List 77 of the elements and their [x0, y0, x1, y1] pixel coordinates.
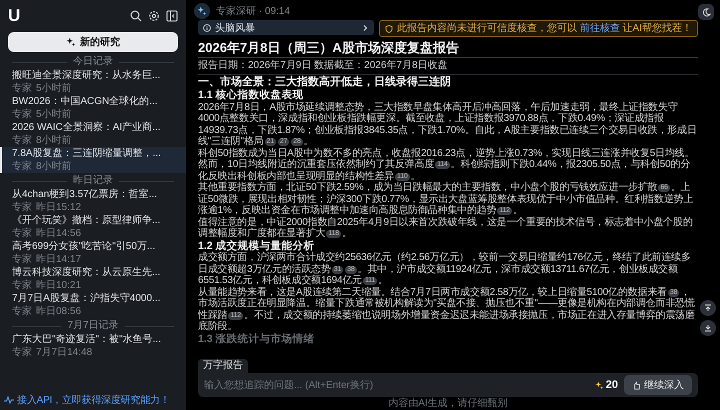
author-label: 专家	[12, 254, 32, 265]
author-label: 专家	[12, 306, 32, 317]
shield-icon	[384, 24, 393, 32]
sparkle-icon	[197, 6, 207, 16]
download-button[interactable]	[700, 320, 716, 336]
credits-count: 20	[606, 379, 618, 391]
section-heading: 昨日记录	[73, 175, 113, 187]
logo[interactable]: U	[8, 6, 20, 26]
section-heading: 一、市场全景：三大指数高开低走，日线录得三连阴	[198, 76, 452, 88]
history-title: 搬旺迪全景深度研究：从水务巨...	[12, 70, 162, 82]
pulse-icon	[4, 395, 14, 405]
timestamp: 5小时前	[36, 108, 72, 120]
sparkle-icon	[594, 380, 604, 390]
author-label: 专家	[12, 280, 32, 291]
timestamp: 5小时前	[36, 82, 72, 94]
history-item[interactable]: 7月7日A股复盘：沪指失守4000... 专家 昨日08:56	[0, 292, 186, 318]
continue-button[interactable]: 继续深入	[624, 375, 692, 395]
settings-icon[interactable]	[148, 10, 160, 22]
author-label: 专家	[12, 82, 32, 94]
brainstorm-bar[interactable]: 头脑风暴	[198, 20, 374, 35]
history-item[interactable]: 2026 WAIC全景洞察：AI产业商... 专家 8小时前	[0, 121, 186, 147]
sidebar-toggle-icon[interactable]	[166, 10, 178, 22]
history-item[interactable]: 广东大巴"奇迹复活"：被"水鱼号... 专家 7月7日14:48	[0, 333, 186, 359]
subsection-heading: 1.3 涨跌统计与市场情绪	[198, 332, 316, 345]
history-title: 广东大巴"奇迹复活"：被"水鱼号...	[12, 334, 162, 346]
message-meta: 专家深研 · 09:14	[216, 4, 290, 18]
timestamp: 昨日14:56	[36, 228, 82, 239]
timestamp: 昨日15:12	[36, 202, 82, 213]
timestamp: 8小时前	[36, 134, 72, 146]
history-item[interactable]: 从4chan梗到3.57亿票房：哲室... 专家 昨日15:12	[0, 188, 186, 214]
moon-icon	[702, 8, 710, 16]
author-label: 专家	[12, 108, 32, 120]
author-label: 专家	[12, 134, 32, 146]
history-title: 从4chan梗到3.57亿票房：哲室...	[12, 189, 158, 202]
timestamp: 昨日08:56	[36, 306, 82, 317]
history-title: 2026 WAIC全景洞察：AI产业商...	[12, 122, 162, 134]
history-item[interactable]: 博云科技深度研究：从云原生先... 专家 昨日10:21	[0, 266, 186, 292]
author-label: 专家	[12, 228, 32, 239]
subsection-heading: 1.1 核心指数收盘表现	[198, 89, 305, 102]
history-title: 《开个玩笑》撤档：原型律师争...	[12, 215, 162, 228]
report-meta: 报告日期：2026年7月9日 数据截至：2026年7月8日收盘	[198, 60, 698, 75]
scroll-top-button[interactable]	[700, 300, 716, 316]
timestamp: 8小时前	[36, 160, 72, 172]
ai-disclaimer: 内容由AI生成，请仔细甄别	[387, 397, 509, 410]
theme-toggle-button[interactable]	[698, 4, 714, 20]
timestamp: 昨日14:17	[36, 254, 82, 265]
mode-tag[interactable]: 万字报告	[198, 359, 248, 373]
section-heading: 今日记录	[73, 56, 113, 68]
warning-text: 此报告内容尚未进行可信度核查，您可以 前往核查 让AI帮您找茬！	[396, 22, 692, 35]
download-icon	[704, 324, 712, 332]
search-icon[interactable]	[130, 10, 142, 22]
section-heading: 7月7日记录	[67, 320, 119, 332]
chevron-right-icon	[360, 24, 369, 32]
history-item[interactable]: 《开个玩笑》撤档：原型律师争... 专家 昨日14:56	[0, 214, 186, 240]
info-icon	[203, 24, 211, 32]
timestamp: 昨日10:21	[36, 280, 82, 291]
sparkle-icon	[66, 37, 76, 47]
history-title: 7月7日A股复盘：沪指失守4000...	[12, 293, 162, 306]
report-title: 2026年7月8日（周三）A股市场深度复盘报告	[198, 40, 698, 58]
author-label: 专家	[12, 346, 32, 358]
history-item[interactable]: BW2026：中国ACGN全球化的... 专家 5小时前	[0, 95, 186, 121]
api-banner-link[interactable]: 接入API，立即获得深度研究能力！	[17, 393, 170, 407]
arrow-up-icon	[704, 304, 712, 312]
history-title: 高考699分女孩"吃苦论"引50万...	[12, 241, 156, 254]
timestamp: 7月7日14:48	[36, 346, 92, 358]
history-title: 博云科技深度研究：从云原生先...	[12, 267, 162, 280]
question-input-field[interactable]: 输入您想追踪的问题... (Alt+Enter换行) 20 继续深入	[198, 373, 698, 397]
history-item[interactable]: 7.8A股复盘：三连阴缩量调整，... 专家 8小时前	[0, 147, 186, 173]
history-item[interactable]: 搬旺迪全景深度研究：从水务巨... 专家 5小时前	[0, 69, 186, 95]
history-title: BW2026：中国ACGN全球化的...	[12, 96, 159, 108]
new-research-button[interactable]: 新的研究	[8, 32, 178, 52]
history-item[interactable]: 高考699分女孩"吃苦论"引50万... 专家 昨日14:17	[0, 240, 186, 266]
verify-link[interactable]: 前往核查	[580, 23, 620, 34]
author-label: 专家	[12, 160, 32, 172]
author-label: 专家	[12, 202, 32, 213]
history-title: 7.8A股复盘：三连阴缩量调整，...	[12, 148, 162, 160]
subsection-heading: 1.2 成交规模与量能分析	[198, 240, 316, 252]
